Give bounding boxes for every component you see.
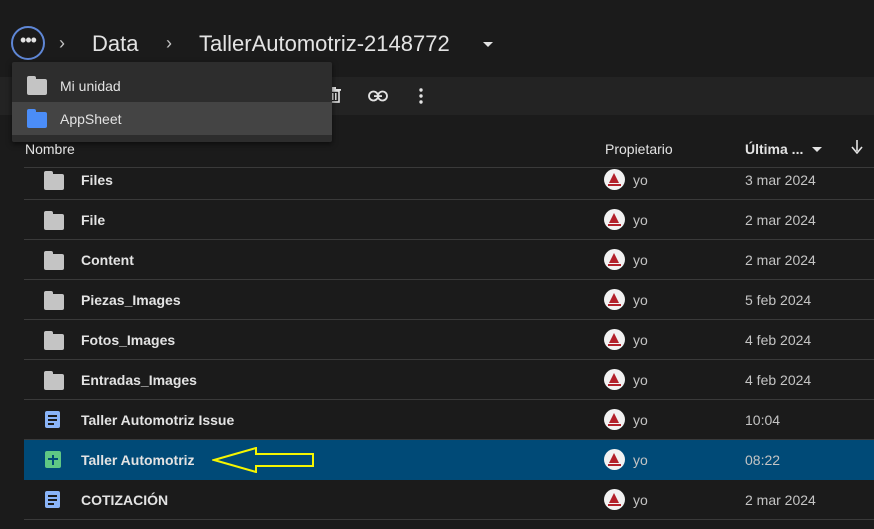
table-row[interactable]: Entradas_Images yo 4 feb 2024 <box>24 360 874 400</box>
table-row[interactable]: Taller Automotriz Issue yo 10:04 <box>24 400 874 440</box>
file-name[interactable]: Piezas_Images <box>81 292 181 308</box>
table-row[interactable]: COTIZACIÓN yo 2 mar 2024 <box>24 480 874 520</box>
avatar <box>604 449 625 470</box>
table-row[interactable]: File yo 2 mar 2024 <box>24 200 874 240</box>
menu-item-appsheet[interactable]: AppSheet <box>12 102 332 135</box>
annotation-arrow <box>210 446 316 474</box>
modified-date: 3 mar 2024 <box>745 172 816 188</box>
owner: yo <box>633 332 648 348</box>
breadcrumb-menu: Mi unidad AppSheet <box>12 62 332 142</box>
folder-icon <box>44 211 64 230</box>
chevron-right-icon: › <box>166 33 172 53</box>
avatar <box>604 489 625 510</box>
modified-date: 4 feb 2024 <box>745 332 812 348</box>
file-name[interactable]: Entradas_Images <box>81 372 197 388</box>
more-breadcrumbs-button[interactable]: ••• <box>11 26 45 60</box>
folder-icon <box>44 291 64 310</box>
folder-icon <box>27 109 47 128</box>
docs-icon <box>45 411 60 428</box>
folder-icon <box>44 171 64 190</box>
folder-icon <box>27 76 47 95</box>
avatar <box>604 409 625 430</box>
folder-icon <box>44 251 64 270</box>
owner: yo <box>633 412 648 428</box>
avatar <box>604 169 625 190</box>
avatar <box>604 249 625 270</box>
file-name[interactable]: Taller Automotriz <box>81 452 195 468</box>
owner: yo <box>633 292 648 308</box>
breadcrumb-current-folder[interactable]: TallerAutomotriz-2148772 <box>199 31 450 57</box>
caret-down-icon[interactable] <box>483 42 493 47</box>
avatar <box>604 329 625 350</box>
caret-down-icon[interactable] <box>812 147 822 152</box>
avatar <box>604 369 625 390</box>
modified-date: 5 feb 2024 <box>745 292 812 308</box>
arrow-down-icon[interactable] <box>851 140 863 155</box>
file-name[interactable]: Content <box>81 252 134 268</box>
link-icon[interactable] <box>368 89 388 102</box>
file-name[interactable]: Files <box>81 172 113 188</box>
modified-date: 10:04 <box>745 412 781 428</box>
column-header-modified[interactable]: Última ... <box>745 141 803 157</box>
modified-date: 08:22 <box>745 452 781 468</box>
owner: yo <box>633 252 648 268</box>
menu-item-mi-unidad[interactable]: Mi unidad <box>12 69 332 102</box>
chevron-right-icon: › <box>59 33 65 53</box>
file-name[interactable]: COTIZACIÓN <box>81 492 168 508</box>
folder-icon <box>44 371 64 390</box>
breadcrumb-root[interactable]: Data <box>92 31 138 57</box>
modified-date: 2 mar 2024 <box>745 212 816 228</box>
menu-item-label: AppSheet <box>60 110 122 127</box>
table-row[interactable]: Piezas_Images yo 5 feb 2024 <box>24 280 874 320</box>
modified-date: 2 mar 2024 <box>745 492 816 508</box>
table-row[interactable]: Taller Automotriz yo 08:22 <box>24 440 874 480</box>
modified-date: 2 mar 2024 <box>745 252 816 268</box>
owner: yo <box>633 452 648 468</box>
owner: yo <box>633 372 648 388</box>
file-name[interactable]: Taller Automotriz Issue <box>81 412 234 428</box>
more-vert-icon[interactable] <box>419 88 423 104</box>
avatar <box>604 209 625 230</box>
more-horiz-icon: ••• <box>20 30 37 50</box>
owner: yo <box>633 172 648 188</box>
table-row[interactable]: Content yo 2 mar 2024 <box>24 240 874 280</box>
file-name[interactable]: Fotos_Images <box>81 332 175 348</box>
owner: yo <box>633 212 648 228</box>
menu-item-label: Mi unidad <box>60 77 121 94</box>
owner: yo <box>633 492 648 508</box>
column-header-name[interactable]: Nombre <box>25 141 75 157</box>
sheets-icon <box>45 451 61 468</box>
avatar <box>604 289 625 310</box>
column-header-owner[interactable]: Propietario <box>605 141 673 157</box>
file-name[interactable]: File <box>81 212 105 228</box>
modified-date: 4 feb 2024 <box>745 372 812 388</box>
table-row[interactable]: Files yo 3 mar 2024 <box>24 160 874 200</box>
folder-icon <box>44 331 64 350</box>
table-row[interactable]: Fotos_Images yo 4 feb 2024 <box>24 320 874 360</box>
docs-icon <box>45 491 60 508</box>
